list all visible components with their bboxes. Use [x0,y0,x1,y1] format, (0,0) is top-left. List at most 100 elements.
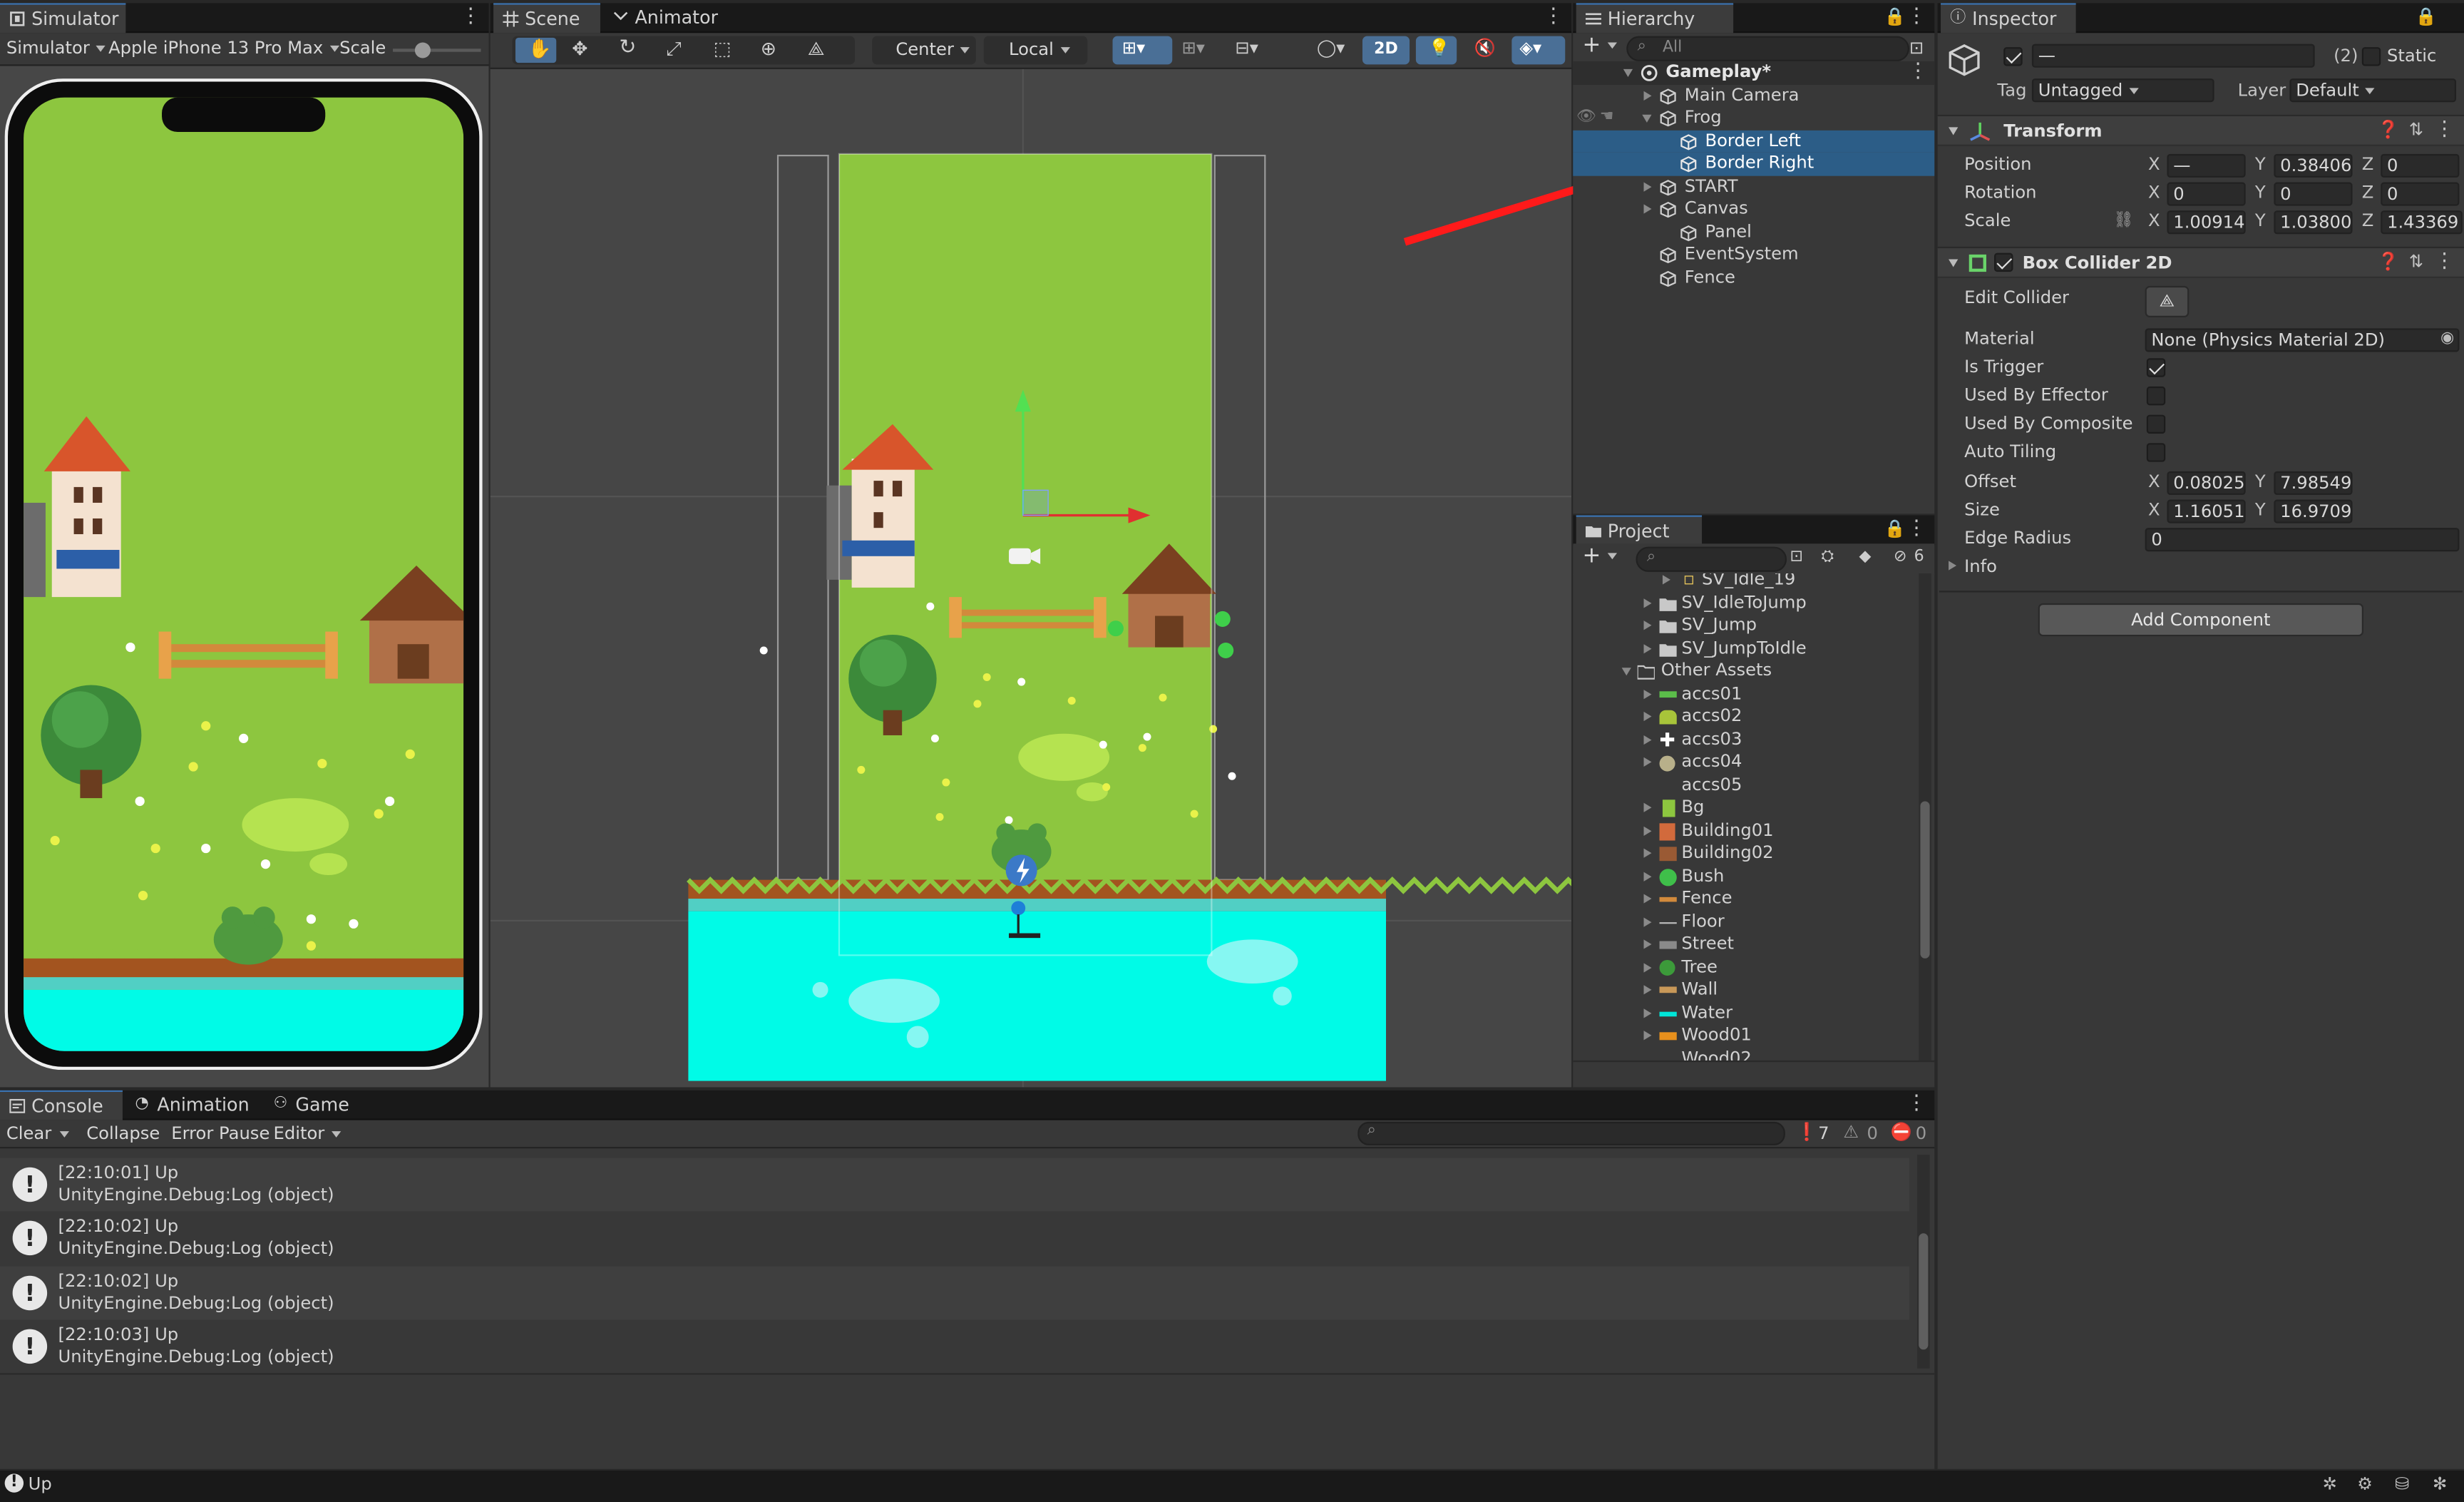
foldout-arrow-icon[interactable] [1949,561,1957,571]
console-entry[interactable]: ! [22:10:01] Up UnityEngine.Debug:Log (o… [0,1158,1909,1212]
hidden-packages-icon[interactable]: ⊘ [1894,548,1906,566]
collab-icon[interactable]: ✻ [2433,1473,2447,1494]
component-enabled-checkbox[interactable] [1994,252,2013,272]
console-scrollbar-thumb[interactable] [1919,1233,1929,1350]
info-foldout[interactable]: Info [1938,553,2464,581]
scale-slider-track[interactable] [393,48,481,52]
hierarchy-item-panel[interactable]: Panel [1573,221,1934,244]
project-item[interactable]: ▫ SV_Idle_19 [1573,573,1934,591]
project-item[interactable]: Building01 [1573,819,1934,842]
active-checkbox[interactable] [2003,47,2023,66]
error-pause-button[interactable]: Error Pause [171,1122,270,1147]
increment-snap-icon[interactable]: ⊟▾ [1235,38,1258,58]
clear-options-dropdown[interactable] [53,1122,69,1147]
scale-y-field[interactable]: 1.03800 [2274,210,2353,234]
project-item[interactable]: Building02 [1573,842,1934,865]
project-item[interactable]: accs04 [1573,751,1934,774]
transform-tool-icon[interactable]: ⊕ [761,38,776,60]
project-item[interactable]: Bush [1573,865,1934,888]
audio-toggle-icon[interactable]: 🔇 [1474,38,1495,58]
project-item[interactable]: Tree [1573,956,1934,979]
rotate-tool-icon[interactable]: ↻ [619,36,636,60]
lock-icon[interactable]: 🔒 [1884,518,1906,539]
project-menu-icon[interactable]: ⋮ [1906,518,1927,541]
hierarchy-menu-icon[interactable]: ⋮ [1906,6,1927,29]
hierarchy-search-input[interactable]: ⌕ All [1626,36,1909,61]
expand-arrow-icon[interactable] [1623,68,1633,77]
error-filter-icon[interactable]: ⛔ [1891,1122,1912,1143]
simulator-mode-dropdown[interactable]: Simulator [6,36,106,61]
log-filter-icon[interactable]: ❗ [1796,1122,1817,1143]
lock-icon[interactable]: 🔒 [2416,6,2437,27]
presets-icon[interactable]: ⇅ [2409,251,2423,272]
foldout-arrow-icon[interactable] [1949,127,1959,136]
pivot-dropdown[interactable]: Center [895,38,970,63]
scale-slider-handle[interactable] [414,42,431,58]
scale-tool-icon[interactable]: ⤢ [667,38,682,61]
favorite-tag-icon[interactable]: ◆ [1859,548,1871,566]
static-checkbox[interactable] [2361,47,2381,66]
component-menu-icon[interactable]: ⋮ [2434,250,2455,273]
custom-tool-icon[interactable]: ⟁ [808,38,825,61]
clear-button[interactable]: Clear [6,1122,51,1147]
project-folder-other-assets[interactable]: Other Assets [1573,660,1934,683]
material-field[interactable]: None (Physics Material 2D) [2145,327,2460,352]
progress-icon[interactable]: ⚙ [2357,1473,2373,1494]
constrain-proportions-icon[interactable]: ⛓ [2114,208,2134,236]
expand-arrow-icon[interactable] [1643,204,1652,214]
presets-icon[interactable]: ⇅ [2409,119,2423,140]
rect-tool-icon[interactable]: ⬚ [714,38,732,60]
name-field[interactable]: — [2031,44,2315,68]
phone-device-preview[interactable] [4,78,483,1071]
help-icon[interactable]: ❓ [2378,251,2399,272]
visibility-eye-icon[interactable]: 👁 [1576,107,1596,130]
space-dropdown[interactable]: Local [1009,38,1069,63]
scene-menu-icon[interactable]: ⋮ [1543,6,1564,29]
hierarchy-item-fence[interactable]: Fence [1573,266,1934,289]
project-item[interactable]: Fence [1573,888,1934,911]
project-item[interactable]: SV_JumpToIdle [1573,637,1934,660]
offset-x-field[interactable]: 0.08025 [2167,470,2246,494]
tab-scene[interactable]: Scene [493,3,600,34]
used-by-effector-checkbox[interactable] [2146,386,2166,406]
device-dropdown[interactable]: Apple iPhone 13 Pro Max [108,36,339,61]
create-dropdown-icon[interactable]: + [1583,33,1617,58]
size-y-field[interactable]: 16.97099 [2274,499,2353,523]
console-search-input[interactable]: ⌕ [1357,1121,1785,1145]
is-trigger-checkbox[interactable] [2146,358,2166,377]
edge-radius-field[interactable]: 0 [2145,527,2460,551]
project-scrollbar[interactable] [1919,573,1931,1061]
project-item[interactable]: Wall [1573,979,1934,1001]
foldout-arrow-icon[interactable] [1949,259,1959,267]
expand-arrow-icon[interactable] [1643,181,1652,191]
tab-inspector[interactable]: ⓘ Inspector [1941,3,2076,34]
console-entry[interactable]: ! [22:10:02] Up UnityEngine.Debug:Log (o… [0,1266,1909,1320]
console-entry[interactable]: ! [22:10:03] Up UnityEngine.Debug:Log (o… [0,1319,1909,1373]
project-item[interactable]: Wood02 [1573,1047,1934,1061]
project-create-dropdown-icon[interactable]: + [1583,543,1617,568]
project-item[interactable]: Floor [1573,911,1934,934]
project-item[interactable]: Water [1573,1001,1934,1024]
hierarchy-item-main-camera[interactable]: Main Camera [1573,84,1934,107]
project-scrollbar-thumb[interactable] [1920,801,1930,959]
simulator-menu-icon[interactable]: ⋮ [461,6,481,29]
warning-filter-icon[interactable]: ⚠ [1843,1122,1859,1143]
editor-dropdown[interactable]: Editor [274,1122,341,1147]
position-x-field[interactable]: — [2167,153,2246,177]
project-item[interactable]: Street [1573,934,1934,956]
project-item[interactable]: Bg [1573,797,1934,819]
edit-collider-button[interactable]: ⟁ [2145,285,2190,317]
move-tool-icon[interactable]: ✥ [572,38,587,60]
hierarchy-item-border-right[interactable]: Border Right [1573,152,1935,175]
toggle-2d-button[interactable]: 2D [1362,36,1410,65]
rotation-z-field[interactable]: 0 [2381,181,2460,205]
hierarchy-item-eventsystem[interactable]: EventSystem [1573,243,1934,266]
used-by-composite-checkbox[interactable] [2146,414,2166,434]
tab-simulator[interactable]: Simulator [0,3,126,34]
auto-tiling-checkbox[interactable] [2146,443,2166,462]
project-item[interactable]: accs02 [1573,705,1934,728]
rotation-y-field[interactable]: 0 [2274,181,2353,205]
size-x-field[interactable]: 1.160513 [2167,499,2246,523]
box-collider-header[interactable]: Box Collider 2D ❓ ⇅ ⋮ [1937,246,2464,278]
project-item[interactable]: accs01 [1573,683,1934,705]
